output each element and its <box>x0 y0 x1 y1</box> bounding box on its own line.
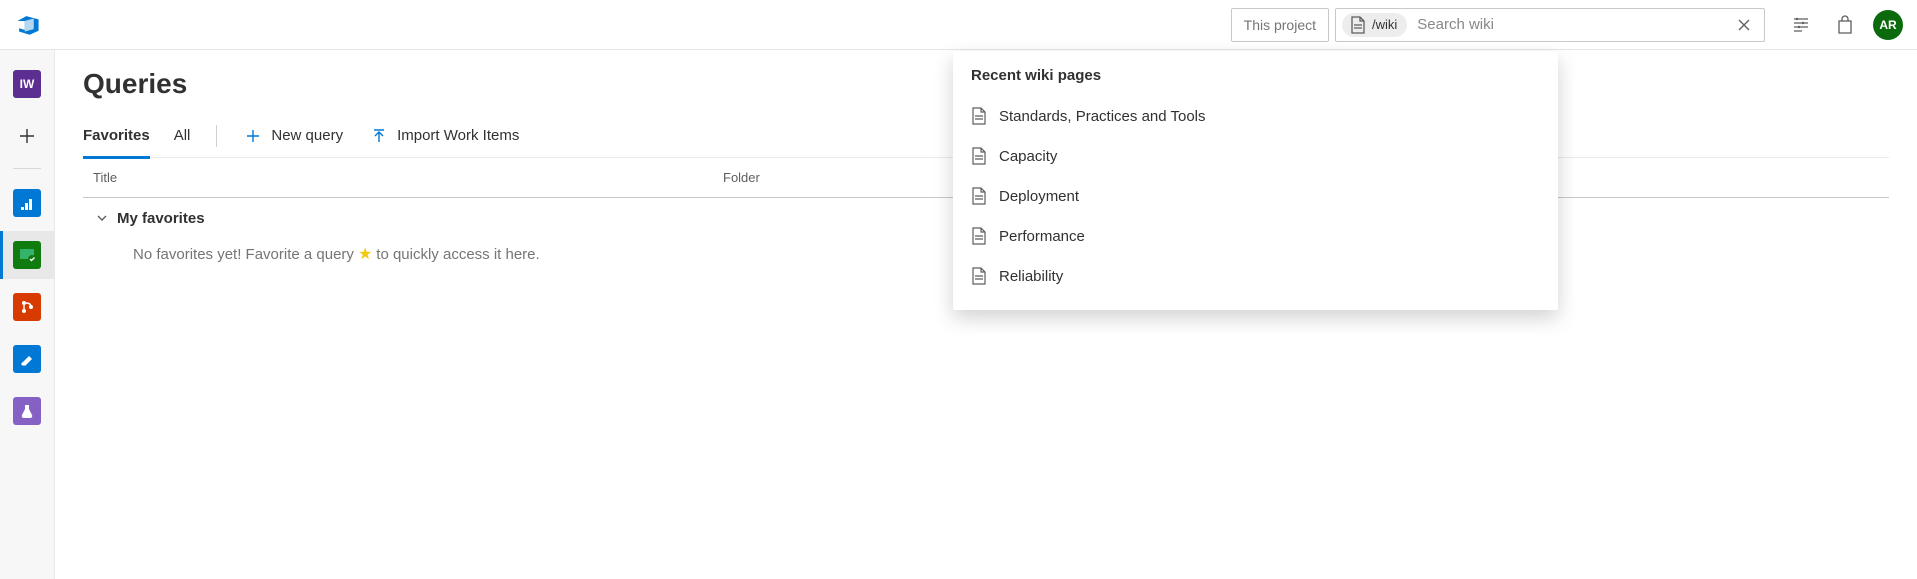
search-input[interactable] <box>1415 15 1732 34</box>
dropdown-heading: Recent wiki pages <box>971 67 1540 84</box>
project-initials: IW <box>20 77 35 91</box>
star-icon: ★ <box>358 244 372 264</box>
tab-all[interactable]: All <box>174 114 191 158</box>
new-query-label: New query <box>271 127 343 144</box>
settings-button[interactable] <box>1779 0 1823 50</box>
avatar-initials: AR <box>1879 18 1896 32</box>
top-bar: This project /wiki AR <box>0 0 1917 50</box>
page-icon <box>1350 16 1366 34</box>
search-clear-button[interactable] <box>1732 13 1756 37</box>
recent-page-label: Reliability <box>999 268 1063 285</box>
overview-icon <box>13 189 41 217</box>
recent-page-label: Capacity <box>999 148 1057 165</box>
recent-page-item[interactable]: Deployment <box>971 176 1540 216</box>
recent-page-item[interactable]: Standards, Practices and Tools <box>971 96 1540 136</box>
rail-repos[interactable] <box>0 283 55 331</box>
page-icon <box>971 187 987 205</box>
tabs-separator <box>216 125 217 147</box>
tab-favorites[interactable]: Favorites <box>83 114 150 158</box>
chevron-down-icon[interactable] <box>95 211 109 225</box>
import-work-items-button[interactable]: Import Work Items <box>369 114 521 158</box>
plus-icon <box>17 126 37 146</box>
list-settings-icon <box>1792 16 1810 34</box>
page-icon <box>971 147 987 165</box>
rail-boards[interactable] <box>0 231 55 279</box>
import-icon <box>371 128 387 144</box>
group-label: My favorites <box>117 210 205 227</box>
recent-wiki-dropdown: Recent wiki pages Standards, Practices a… <box>953 51 1558 310</box>
search-scope-chip[interactable]: This project <box>1231 8 1329 42</box>
empty-text-after: to quickly access it here. <box>376 246 539 263</box>
plus-icon <box>245 128 261 144</box>
rail-overview[interactable] <box>0 179 55 227</box>
recent-page-label: Standards, Practices and Tools <box>999 108 1206 125</box>
page-icon <box>971 107 987 125</box>
recent-page-label: Performance <box>999 228 1085 245</box>
recent-page-item[interactable]: Reliability <box>971 256 1540 296</box>
page-icon <box>971 267 987 285</box>
project-tile: IW <box>13 70 41 98</box>
left-nav-rail: IW <box>0 50 55 579</box>
new-query-button[interactable]: New query <box>243 114 345 158</box>
import-label: Import Work Items <box>397 127 519 144</box>
recent-page-label: Deployment <box>999 188 1079 205</box>
search-filter-pill[interactable]: /wiki <box>1342 13 1407 37</box>
repos-icon <box>13 293 41 321</box>
rail-project[interactable]: IW <box>0 60 55 108</box>
marketplace-button[interactable] <box>1823 0 1867 50</box>
rail-divider <box>13 168 41 169</box>
boards-icon <box>13 241 41 269</box>
product-logo[interactable] <box>0 0 55 49</box>
tab-all-label: All <box>174 127 191 144</box>
search-filter-label: /wiki <box>1372 17 1397 32</box>
tab-favorites-label: Favorites <box>83 127 150 144</box>
column-title[interactable]: Title <box>83 170 723 185</box>
search-box[interactable]: /wiki <box>1335 8 1765 42</box>
recent-page-item[interactable]: Capacity <box>971 136 1540 176</box>
azure-devops-icon <box>15 12 41 38</box>
page-icon <box>971 227 987 245</box>
pipelines-icon <box>13 345 41 373</box>
empty-text-before: No favorites yet! Favorite a query <box>133 246 354 263</box>
user-avatar[interactable]: AR <box>1873 10 1903 40</box>
shopping-bag-icon <box>1836 15 1854 35</box>
close-icon <box>1737 18 1751 32</box>
test-plans-icon <box>13 397 41 425</box>
rail-add[interactable] <box>0 112 55 160</box>
rail-pipelines[interactable] <box>0 335 55 383</box>
rail-test-plans[interactable] <box>0 387 55 435</box>
search-scope-label: This project <box>1244 17 1316 33</box>
recent-page-item[interactable]: Performance <box>971 216 1540 256</box>
